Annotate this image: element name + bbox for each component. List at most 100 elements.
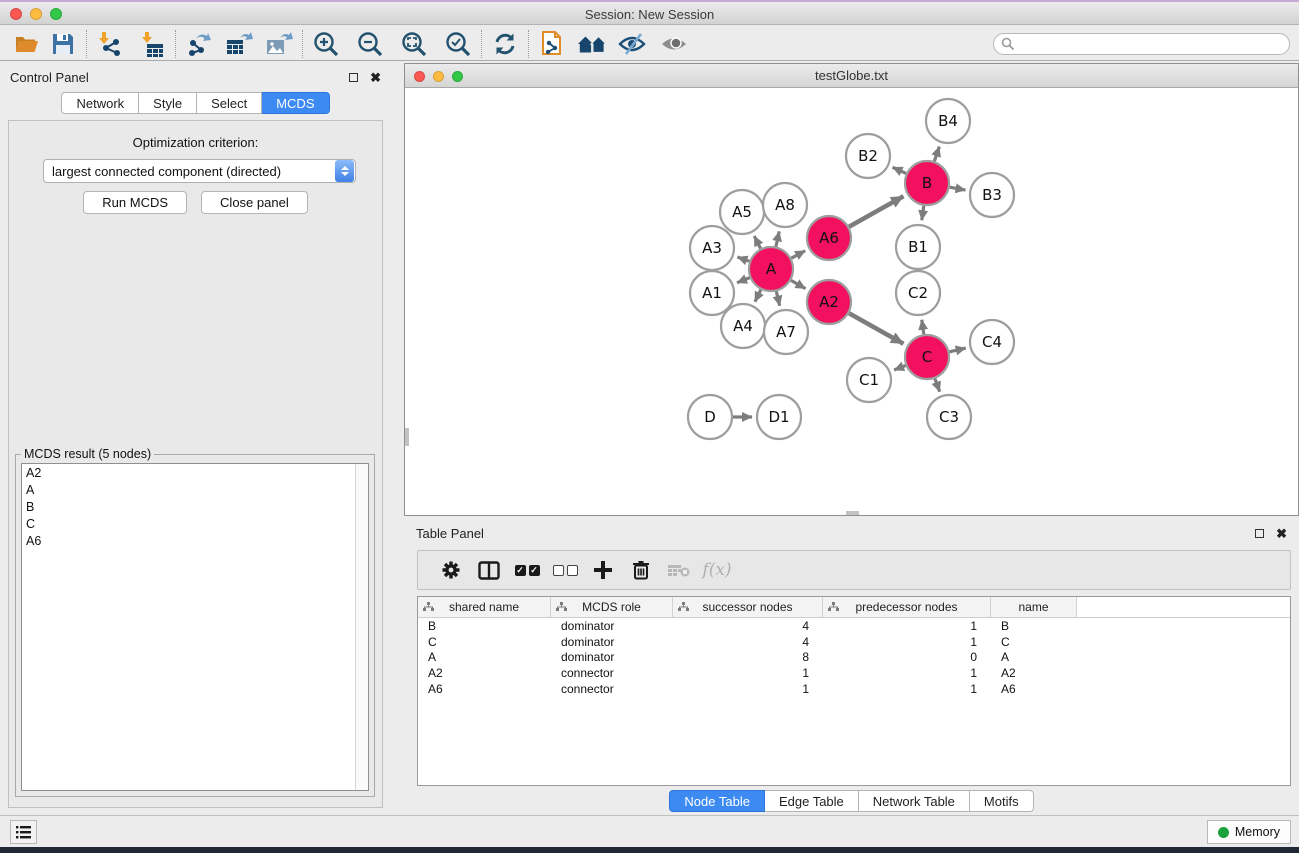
table-cell[interactable]: dominator <box>551 618 673 634</box>
tab-network[interactable]: Network <box>61 92 139 114</box>
table-cell[interactable]: B <box>418 618 551 634</box>
graph-edge-C-C4[interactable] <box>949 348 965 352</box>
graph-edge-A-A2[interactable] <box>791 280 806 288</box>
graph-edge-B-B4[interactable] <box>934 147 939 162</box>
zoom-selected-icon[interactable] <box>443 30 473 58</box>
save-icon[interactable] <box>48 30 78 58</box>
close-table-panel-icon[interactable]: ✖ <box>1276 527 1287 540</box>
tab-edge-table[interactable]: Edge Table <box>765 790 859 812</box>
graph-edge-B-B1[interactable] <box>922 206 924 220</box>
import-table-icon[interactable] <box>137 30 167 58</box>
scrollbar-track[interactable] <box>355 464 368 790</box>
duplicate-network-icon[interactable] <box>537 30 567 58</box>
table-cell[interactable]: C <box>418 634 551 650</box>
graph-edge-A-A4[interactable] <box>755 290 761 302</box>
tab-motifs[interactable]: Motifs <box>970 790 1034 812</box>
graph-edge-A-A1[interactable] <box>737 278 750 283</box>
graph-edge-C-C3[interactable] <box>935 379 940 392</box>
table-cell[interactable]: B <box>991 618 1077 634</box>
mcds-result-list[interactable]: A2ABCA6 <box>21 463 369 791</box>
tab-style[interactable]: Style <box>139 92 197 114</box>
network-graph[interactable]: AA1A3A4A5A7A8A6A2BB1B2B3B4CC1C2C3C4DD1 <box>405 88 1298 515</box>
export-image-icon[interactable] <box>264 30 294 58</box>
graph-edge-A-A8[interactable] <box>776 231 779 246</box>
network-canvas[interactable]: AA1A3A4A5A7A8A6A2BB1B2B3B4CC1C2C3C4DD1 <box>405 88 1298 515</box>
tab-mcds[interactable]: MCDS <box>262 92 329 114</box>
mcds-result-item[interactable]: B <box>22 498 368 515</box>
table-cell[interactable]: A6 <box>991 681 1077 697</box>
table-cell[interactable]: 8 <box>673 650 823 666</box>
table-cell[interactable]: A2 <box>991 665 1077 681</box>
graph-edge-A6-B[interactable] <box>849 196 903 227</box>
tab-network-table[interactable]: Network Table <box>859 790 970 812</box>
tab-select[interactable]: Select <box>197 92 262 114</box>
table-cell[interactable]: 1 <box>823 681 991 697</box>
float-panel-icon[interactable] <box>349 73 358 82</box>
column-header-MCDS-role[interactable]: MCDS role <box>551 597 673 617</box>
table-cell[interactable]: 0 <box>823 650 991 666</box>
table-cell[interactable]: A <box>418 650 551 666</box>
table-cell[interactable]: 4 <box>673 618 823 634</box>
graph-edge-A-A7[interactable] <box>776 291 779 305</box>
graph-edge-A-A5[interactable] <box>754 236 760 248</box>
table-cell[interactable]: A2 <box>418 665 551 681</box>
task-history-button[interactable] <box>10 820 37 844</box>
table-cell[interactable]: 4 <box>673 634 823 650</box>
mcds-result-item[interactable]: A6 <box>22 532 368 549</box>
table-cell[interactable]: 1 <box>823 665 991 681</box>
criterion-select[interactable]: largest connected component (directed) <box>43 159 356 183</box>
tab-node-table[interactable]: Node Table <box>669 790 765 812</box>
add-column-icon[interactable] <box>584 555 622 585</box>
delete-rows-icon[interactable] <box>622 555 660 585</box>
mcds-result-item[interactable]: A2 <box>22 464 368 481</box>
network-window-titlebar[interactable]: testGlobe.txt <box>405 64 1298 88</box>
table-row[interactable]: Bdominator41B <box>418 618 1290 634</box>
open-file-icon[interactable] <box>12 30 42 58</box>
graph-edge-C-C1[interactable] <box>894 365 906 370</box>
import-network-icon[interactable] <box>95 30 125 58</box>
memory-button[interactable]: Memory <box>1207 820 1291 844</box>
table-cell[interactable]: A6 <box>418 681 551 697</box>
table-cell[interactable]: connector <box>551 681 673 697</box>
zoom-in-icon[interactable] <box>311 30 341 58</box>
table-cell[interactable]: connector <box>551 665 673 681</box>
hide-details-icon[interactable] <box>617 30 647 58</box>
mcds-result-item[interactable]: C <box>22 515 368 532</box>
settings-gear-icon[interactable] <box>432 555 470 585</box>
table-cell[interactable]: dominator <box>551 634 673 650</box>
graph-edge-A2-C[interactable] <box>849 313 903 344</box>
export-network-icon[interactable] <box>184 30 214 58</box>
run-mcds-button[interactable]: Run MCDS <box>83 191 187 214</box>
canvas-vscroll-thumb[interactable] <box>405 428 409 446</box>
refresh-icon[interactable] <box>490 30 520 58</box>
float-table-panel-icon[interactable] <box>1255 529 1264 538</box>
close-panel-icon[interactable]: ✖ <box>370 71 381 84</box>
column-header-name[interactable]: name <box>991 597 1077 617</box>
table-cell[interactable]: dominator <box>551 650 673 666</box>
column-header-predecessor-nodes[interactable]: predecessor nodes <box>823 597 991 617</box>
table-cell[interactable]: C <box>991 634 1077 650</box>
table-row[interactable]: A2connector11A2 <box>418 665 1290 681</box>
select-all-icon[interactable]: ✓✓ <box>508 555 546 585</box>
table-row[interactable]: Cdominator41C <box>418 634 1290 650</box>
node-table[interactable]: shared nameMCDS rolesuccessor nodesprede… <box>417 596 1291 786</box>
column-header-shared-name[interactable]: shared name <box>418 597 551 617</box>
zoom-fit-icon[interactable] <box>399 30 429 58</box>
deselect-all-icon[interactable] <box>546 555 584 585</box>
graph-edge-B-B3[interactable] <box>950 187 966 190</box>
split-panel-icon[interactable] <box>470 555 508 585</box>
close-panel-button[interactable]: Close panel <box>201 191 308 214</box>
zoom-out-icon[interactable] <box>355 30 385 58</box>
table-cell[interactable]: 1 <box>823 618 991 634</box>
show-details-icon[interactable] <box>659 30 689 58</box>
mcds-result-item[interactable]: A <box>22 481 368 498</box>
table-row[interactable]: A6connector11A6 <box>418 681 1290 697</box>
canvas-hscroll-thumb[interactable] <box>846 511 859 515</box>
export-table-icon[interactable] <box>224 30 254 58</box>
home-icon[interactable] <box>577 30 607 58</box>
graph-edge-A-A6[interactable] <box>791 251 805 258</box>
graph-edge-C-C2[interactable] <box>922 320 924 334</box>
table-cell[interactable]: 1 <box>673 681 823 697</box>
search-input[interactable] <box>993 33 1290 55</box>
column-header-successor-nodes[interactable]: successor nodes <box>673 597 823 617</box>
